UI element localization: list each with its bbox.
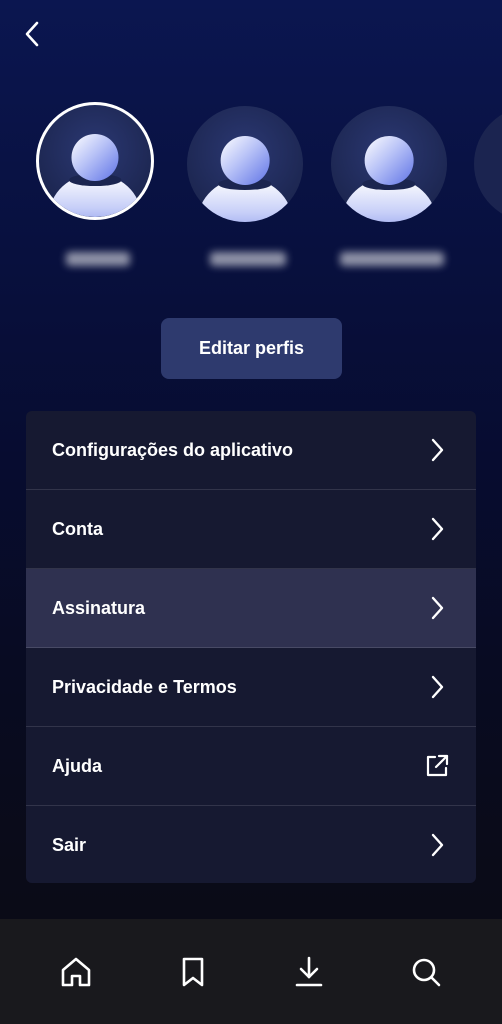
chevron-right-icon bbox=[424, 674, 450, 700]
external-link-icon bbox=[424, 753, 450, 779]
bookmark-icon bbox=[182, 957, 204, 986]
chevron-right-icon bbox=[424, 595, 450, 621]
avatar bbox=[187, 106, 303, 222]
profile-avatar-1[interactable] bbox=[36, 102, 160, 272]
edit-profiles-button[interactable]: Editar perfis bbox=[161, 318, 342, 379]
settings-menu: Configurações do aplicativo Conta Assina… bbox=[26, 411, 476, 883]
profile-name-blurred bbox=[340, 252, 444, 266]
back-button[interactable] bbox=[14, 16, 50, 52]
menu-item-label: Sair bbox=[52, 834, 87, 855]
profiles-carousel[interactable] bbox=[0, 102, 502, 282]
profile-name-blurred bbox=[210, 252, 286, 266]
menu-item-label: Conta bbox=[52, 518, 103, 539]
menu-item-help[interactable]: Ajuda bbox=[26, 727, 476, 806]
download-icon bbox=[295, 956, 323, 986]
avatar bbox=[36, 102, 154, 220]
chevron-right-icon bbox=[424, 832, 450, 858]
nav-search-button[interactable] bbox=[402, 948, 450, 996]
menu-item-label: Ajuda bbox=[52, 755, 103, 776]
menu-item-subscription[interactable]: Assinatura bbox=[26, 569, 476, 648]
search-icon bbox=[412, 958, 441, 986]
profile-name-blurred bbox=[66, 252, 130, 266]
menu-item-label: Privacidade e Termos bbox=[52, 676, 237, 697]
profile-avatar-3[interactable] bbox=[327, 102, 451, 272]
nav-watchlist-button[interactable] bbox=[169, 948, 217, 996]
menu-item-label: Configurações do aplicativo bbox=[52, 439, 294, 460]
menu-item-privacy-terms[interactable]: Privacidade e Termos bbox=[26, 648, 476, 727]
profile-avatar-4[interactable] bbox=[470, 102, 502, 272]
nav-downloads-button[interactable] bbox=[285, 948, 333, 996]
chevron-right-icon bbox=[424, 437, 450, 463]
menu-item-label: Assinatura bbox=[52, 597, 146, 618]
avatar bbox=[474, 106, 502, 222]
menu-item-account[interactable]: Conta bbox=[26, 490, 476, 569]
avatar bbox=[331, 106, 447, 222]
nav-home-button[interactable] bbox=[52, 948, 100, 996]
menu-item-app-settings[interactable]: Configurações do aplicativo bbox=[26, 411, 476, 490]
bottom-navigation bbox=[0, 919, 502, 1024]
home-icon bbox=[61, 957, 91, 986]
profile-avatar-2[interactable] bbox=[183, 102, 307, 272]
chevron-right-icon bbox=[424, 516, 450, 542]
profile-name bbox=[470, 242, 502, 268]
menu-item-logout[interactable]: Sair bbox=[26, 806, 476, 883]
chevron-left-icon bbox=[25, 21, 39, 47]
